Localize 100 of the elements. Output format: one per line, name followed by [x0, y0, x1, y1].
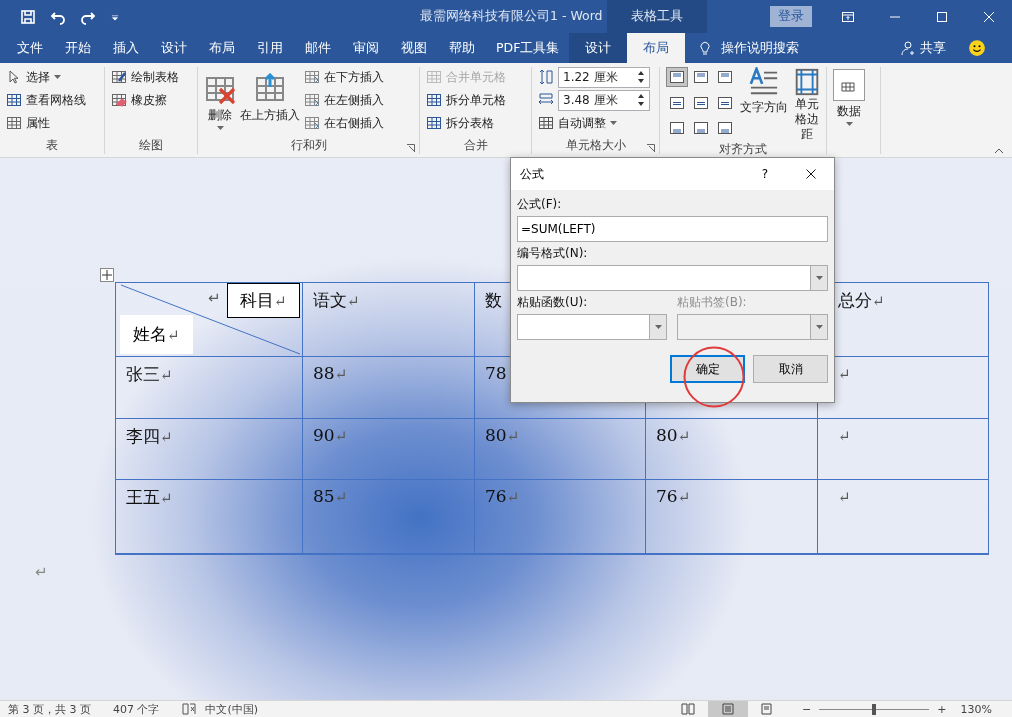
insert-above-button[interactable]: 在上方插入 [240, 67, 300, 138]
tell-me-search[interactable]: 操作说明搜索 [721, 39, 800, 57]
table-icon [426, 69, 442, 85]
paragraph-mark: ↵ [677, 488, 691, 506]
group-label: 对齐方式 [719, 142, 767, 157]
field-label: 编号格式(N): [517, 245, 589, 262]
ribbon-button[interactable]: 拆分单元格 [446, 91, 506, 109]
proofing-icon[interactable] [181, 701, 198, 717]
ribbon-tab[interactable]: 审阅 [342, 33, 390, 63]
collapse-ribbon-icon[interactable] [994, 148, 1004, 154]
delete-button[interactable]: 删除 [204, 67, 236, 138]
table-cell: 85↵ [303, 480, 475, 554]
dialog-launcher-icon[interactable] [407, 144, 415, 152]
ribbon-button[interactable]: 在右侧插入 [324, 114, 384, 132]
spin-arrows-icon[interactable] [637, 70, 645, 84]
share-button[interactable]: 共享 [920, 39, 946, 57]
paragraph-mark: ↵ [334, 488, 348, 506]
zoom-level[interactable]: 130% [960, 702, 992, 716]
ribbon-button[interactable]: 在下方插入 [324, 68, 384, 86]
ribbon-tab[interactable]: 文件 [6, 33, 54, 63]
ribbon-tab[interactable]: 邮件 [294, 33, 342, 63]
insert-row-icon [304, 69, 320, 85]
table-icon [426, 115, 442, 131]
ribbon-tab[interactable]: 插入 [102, 33, 150, 63]
formula-field[interactable]: =SUM(LEFT) [517, 216, 828, 242]
paragraph-mark: ↵ [506, 488, 520, 506]
ribbon-button[interactable]: 在左侧插入 [324, 91, 384, 109]
paragraph-mark: ↵ [838, 488, 851, 506]
paragraph-mark: ↵ [35, 563, 49, 581]
caret-icon [654, 325, 662, 329]
paragraph-mark: ↵ [347, 292, 360, 310]
ribbon-tab[interactable]: 设计 [150, 33, 198, 63]
cancel-button[interactable]: 取消 [753, 355, 828, 383]
width-spinner[interactable]: 3.48 厘米 [558, 89, 650, 111]
spin-arrows-icon[interactable] [637, 93, 645, 107]
ribbon-tab[interactable]: 引用 [246, 33, 294, 63]
sign-in-button[interactable]: 登录 [770, 6, 812, 27]
align-button[interactable] [666, 67, 688, 87]
text-direction-icon [749, 67, 779, 97]
header-label: 姓名↵ [120, 315, 193, 354]
data-button[interactable]: 数据 [833, 67, 865, 154]
ribbon-tab[interactable]: PDF工具集 [486, 33, 570, 63]
person-icon [900, 40, 916, 56]
language-status[interactable]: 中文(中国) [205, 701, 259, 717]
grid-icon [6, 92, 22, 108]
close-icon[interactable] [805, 168, 817, 180]
ribbon-tab[interactable]: 布局 [627, 33, 686, 63]
save-icon[interactable] [20, 8, 36, 25]
dialog-launcher-icon[interactable] [647, 144, 655, 152]
table-cell: 李四↵ [116, 419, 303, 480]
cell-margins-button[interactable]: 单元格边距 [792, 67, 822, 142]
ribbon-tab[interactable]: 开始 [54, 33, 102, 63]
caret-icon [216, 126, 224, 130]
data-icon [833, 69, 865, 101]
ribbon-tab[interactable]: 设计 [569, 33, 628, 63]
paragraph-mark: ↵ [506, 427, 520, 445]
ribbon-button[interactable]: 橡皮擦 [131, 91, 167, 109]
ok-button[interactable]: 确定 [670, 355, 745, 383]
row-height-icon [538, 69, 554, 85]
ribbon-tab[interactable]: 帮助 [438, 33, 486, 63]
group-label: 绘图 [139, 138, 163, 154]
window-title: 最需网络科技有限公司1 - Word [420, 8, 604, 25]
view-button[interactable] [708, 700, 749, 717]
ribbon-button[interactable]: 绘制表格 [131, 68, 179, 86]
table-cell: 张三↵ [116, 357, 303, 419]
smiley-icon[interactable] [968, 39, 986, 57]
group-label: 表 [46, 138, 58, 154]
word-count[interactable]: 407 个字 [113, 701, 160, 717]
text-direction-button[interactable]: 文字方向 [740, 67, 788, 142]
height-spinner[interactable]: 1.22 厘米 [558, 66, 650, 88]
zoom-in-button[interactable]: + [937, 702, 947, 716]
table-cell: 76↵ [475, 480, 646, 554]
paragraph-mark: ↵ [838, 365, 851, 383]
eraser-grid-icon [111, 92, 127, 108]
pencil-grid-icon [111, 69, 127, 85]
autofit-button[interactable]: 自动调整 [558, 114, 606, 132]
paragraph-mark: ↵ [334, 427, 348, 445]
page-count[interactable]: 第 3 页，共 3 页 [8, 701, 91, 717]
highlight-circle [683, 346, 745, 408]
dialog-title: 公式 [520, 165, 544, 183]
caret-icon [610, 121, 617, 125]
help-button[interactable]: ? [742, 167, 788, 181]
zoom-out-button[interactable]: − [802, 702, 812, 716]
paragraph-mark: ↵ [274, 292, 287, 310]
group-label: 合并 [463, 138, 488, 154]
ribbon-button[interactable]: 属性 [26, 114, 50, 132]
ribbon-button[interactable]: 选择 [26, 68, 50, 86]
table-move-handle[interactable] [100, 268, 114, 282]
paragraph-mark: ↵ [838, 427, 851, 445]
group-label: 单元格大小 [565, 138, 626, 154]
ribbon-tab[interactable]: 视图 [390, 33, 438, 63]
table-cell: 88↵ [303, 357, 475, 419]
ribbon-tab[interactable]: 布局 [198, 33, 246, 63]
table-cell: 王五↵ [116, 480, 303, 554]
ribbon-button[interactable]: 拆分表格 [446, 114, 494, 132]
field-label: 粘贴函数(U): [517, 294, 589, 311]
table-cell: 76↵ [646, 480, 818, 554]
insert-row-icon [304, 115, 320, 131]
ribbon-button[interactable]: 查看网格线 [26, 91, 86, 109]
paragraph-mark: ↵ [208, 289, 221, 307]
